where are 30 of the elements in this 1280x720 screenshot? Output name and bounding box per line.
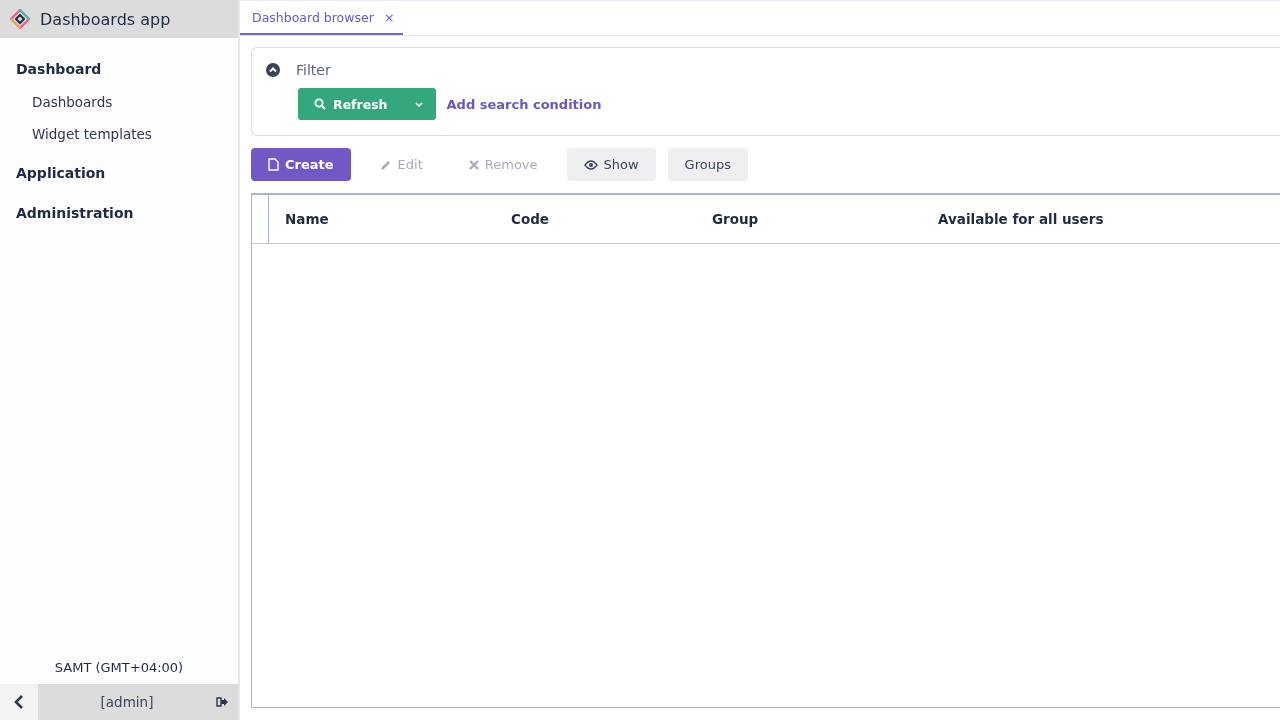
menu-item[interactable]: Dashboards bbox=[0, 86, 129, 118]
document-icon bbox=[268, 158, 279, 171]
menu-item[interactable]: Widget templates bbox=[0, 118, 168, 150]
caret-icon bbox=[414, 101, 423, 107]
column-header[interactable]: Available for all users bbox=[922, 195, 1280, 243]
column-header[interactable]: Group bbox=[696, 195, 922, 243]
collapse-button[interactable] bbox=[0, 684, 38, 720]
search-icon bbox=[314, 98, 326, 110]
toolbar-button[interactable]: Groups bbox=[667, 148, 748, 181]
close-icon[interactable]: × bbox=[383, 9, 395, 25]
menu-section[interactable]: Administration bbox=[0, 196, 150, 230]
column-header[interactable]: Code bbox=[495, 195, 696, 243]
menu-section[interactable]: Application bbox=[0, 156, 122, 190]
filter-label: Filter bbox=[296, 62, 331, 78]
chevron-left-icon bbox=[14, 695, 24, 709]
cross-icon bbox=[468, 159, 479, 170]
toolbar-button[interactable]: Show bbox=[566, 148, 656, 181]
username-label: [admin] bbox=[99, 694, 155, 710]
collapse-icon[interactable] bbox=[266, 63, 280, 77]
pencil-icon bbox=[379, 158, 392, 171]
app-title: Dashboards app bbox=[40, 9, 171, 29]
column-header[interactable]: Name bbox=[269, 195, 495, 243]
timezone-label: SAMT (GMT+04:00) bbox=[53, 659, 185, 677]
tab[interactable]: Dashboard browser × bbox=[240, 1, 403, 35]
logout-icon[interactable] bbox=[216, 697, 228, 707]
menu-section[interactable]: Dashboard bbox=[0, 52, 118, 86]
add-condition-link[interactable]: Add search condition bbox=[446, 96, 602, 112]
toolbar-button[interactable]: Create bbox=[251, 148, 351, 181]
eye-icon bbox=[583, 159, 598, 170]
logo-icon bbox=[10, 9, 30, 29]
